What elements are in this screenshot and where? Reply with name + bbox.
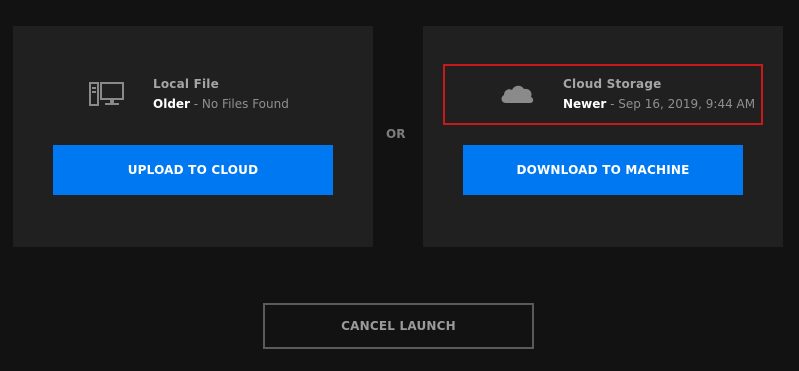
local-file-status-detail: - No Files Found	[189, 97, 289, 111]
download-to-machine-button[interactable]: DOWNLOAD TO MACHINE	[463, 145, 743, 195]
cancel-launch-button[interactable]: CANCEL LAUNCH	[263, 303, 534, 349]
upload-to-cloud-button[interactable]: UPLOAD TO CLOUD	[53, 145, 333, 195]
local-file-status: Older - No Files Found	[153, 97, 289, 111]
local-file-info: Local File Older - No Files Found	[13, 26, 373, 126]
cloud-file-status-tag: Newer	[563, 97, 607, 111]
cloud-sync-conflict-dialog: Local File Older - No Files Found UPLOAD…	[0, 0, 799, 371]
cloud-storage-panel: Cloud Storage Newer - Sep 16, 2019, 9:44…	[423, 26, 783, 247]
local-file-title: Local File	[153, 77, 219, 91]
cloud-file-info: Cloud Storage Newer - Sep 16, 2019, 9:44…	[423, 26, 783, 126]
cloud-icon	[498, 79, 536, 109]
local-file-status-tag: Older	[153, 97, 190, 111]
desktop-computer-icon	[88, 79, 126, 109]
cloud-file-title: Cloud Storage	[563, 77, 662, 91]
local-file-panel: Local File Older - No Files Found UPLOAD…	[13, 26, 373, 247]
cloud-file-status: Newer - Sep 16, 2019, 9:44 AM	[563, 97, 755, 111]
or-divider-label: OR	[386, 127, 406, 141]
cloud-file-status-detail: - Sep 16, 2019, 9:44 AM	[606, 97, 756, 111]
